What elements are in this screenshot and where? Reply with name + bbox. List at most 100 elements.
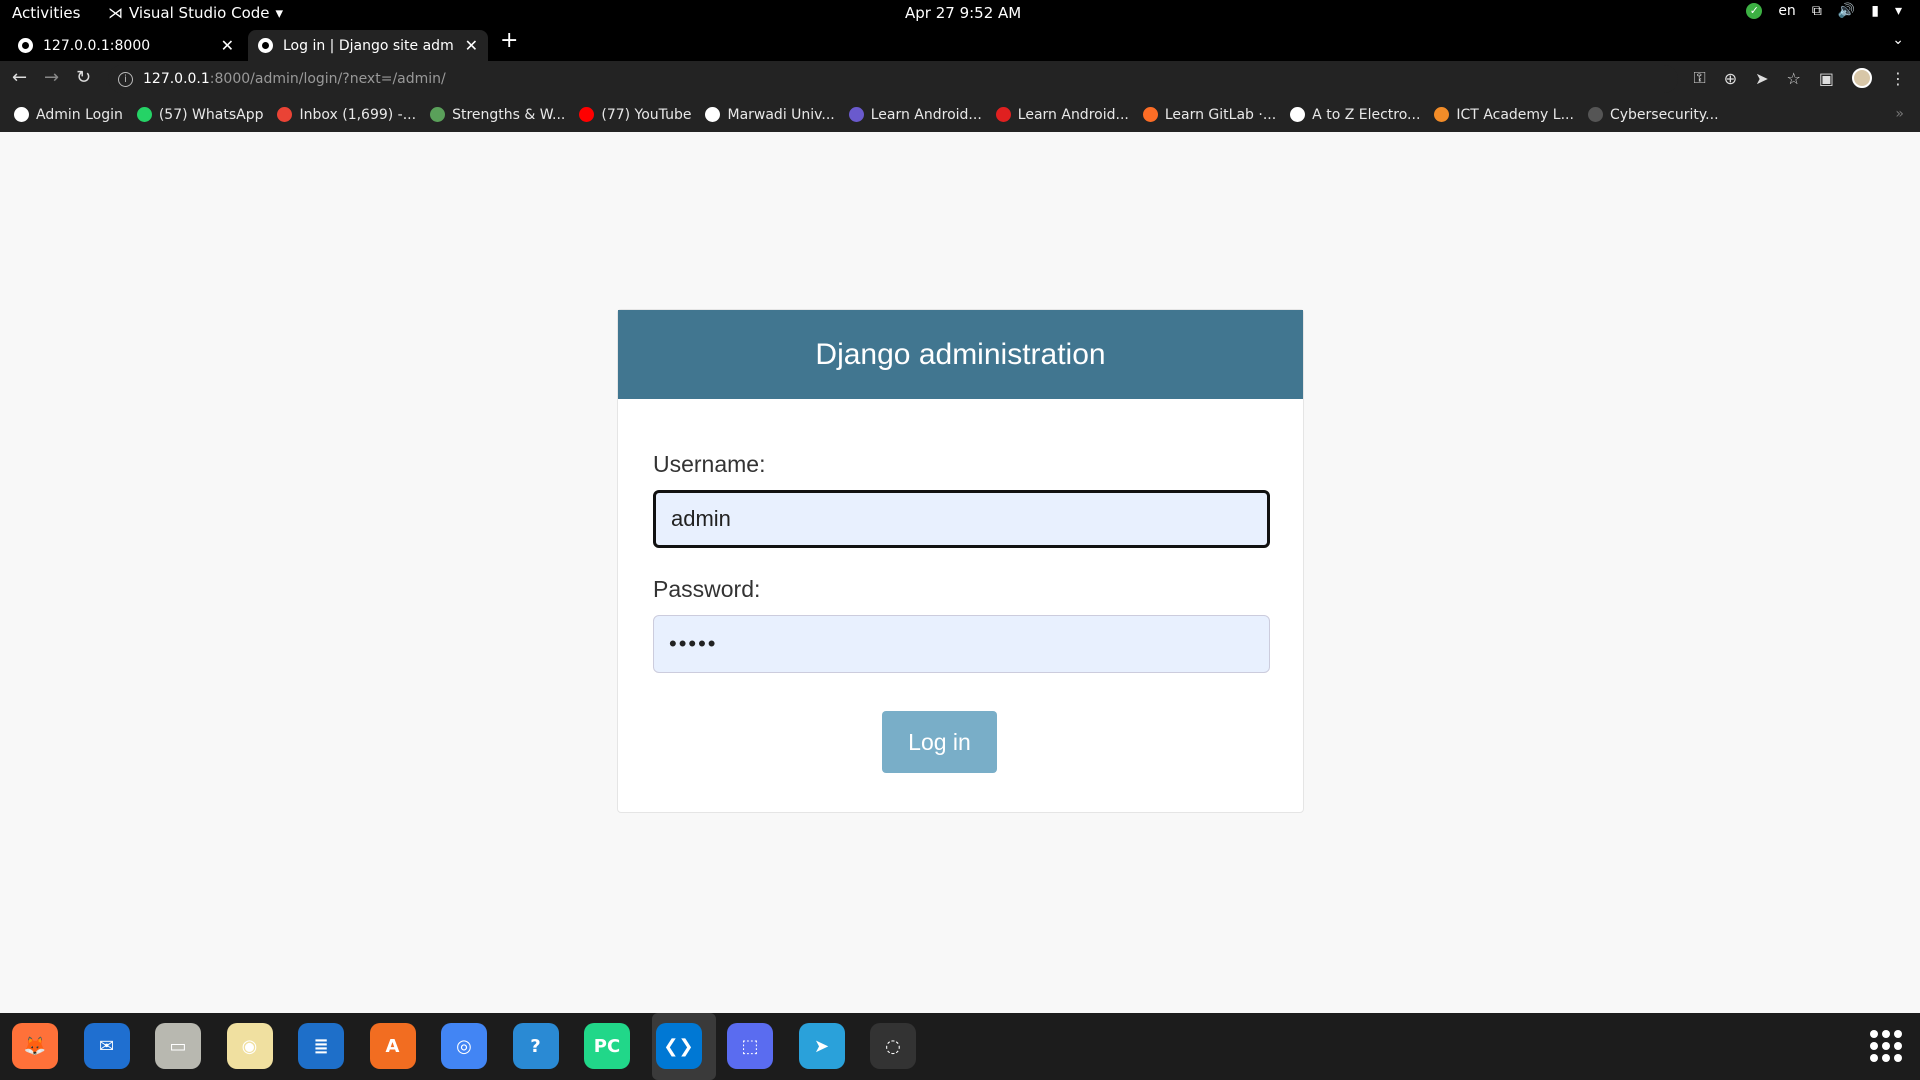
password-label: Password:	[653, 576, 761, 602]
clock[interactable]: Apr 27 9:52 AM	[905, 4, 1021, 22]
bookmark-favicon-icon	[1290, 107, 1306, 122]
volume-icon: 🔊	[1837, 3, 1856, 19]
vscode-small-icon: ⋊	[108, 4, 123, 22]
battery-icon: ▮	[1871, 3, 1879, 19]
bookmark-favicon-icon	[14, 107, 29, 122]
tab-localhost[interactable]: 127.0.0.1:8000 ✕	[8, 30, 244, 61]
files-icon[interactable]: ▭	[155, 1023, 201, 1069]
bookmark-label: (57) WhatsApp	[158, 106, 264, 123]
bookmark-label: Learn Android...	[870, 106, 982, 123]
back-arrow-icon[interactable]: ←	[12, 67, 27, 88]
tab-search-chevron-icon[interactable]: ⌄	[1892, 32, 1904, 48]
bookmark-favicon-icon	[579, 107, 595, 122]
site-info-icon[interactable]: i	[118, 71, 133, 87]
bookmark-label: A to Z Electro...	[1312, 106, 1421, 123]
toolbar-actions: ⚿ ⊕ ➤ ☆ ▣ ⋮	[1694, 68, 1906, 88]
bookmark-favicon-icon	[995, 107, 1011, 122]
bookmark-label: Strengths & W...	[452, 106, 566, 123]
activities-button[interactable]: Activities	[12, 4, 80, 22]
bookmark-label: ICT Academy L...	[1456, 106, 1574, 123]
bookmark-favicon-icon	[1142, 107, 1158, 122]
telegram-icon[interactable]: ➤	[798, 1023, 845, 1069]
side-panel-icon[interactable]: ▣	[1819, 69, 1834, 88]
username-label: Username:	[653, 451, 766, 477]
chrome-icon[interactable]: ◎	[441, 1023, 487, 1069]
password-input[interactable]: •••••	[653, 615, 1270, 673]
chevron-down-icon: ▾	[275, 4, 284, 22]
bookmark-item[interactable]: Learn Android...	[995, 106, 1129, 123]
vscode-icon[interactable]: ❮❯	[655, 1023, 702, 1069]
bookmark-item[interactable]: Cybersecurity...	[1587, 106, 1719, 123]
firefox-icon[interactable]: 🦊	[12, 1023, 58, 1069]
ubuntu-dock: 🦊 ✉ ▭ ◉ ≣ A ◎? PC ❮❯ ⬚ ➤ ◌	[0, 1013, 1920, 1080]
system-tray[interactable]: ✓ en ⧉ 🔊 ▮ ▾	[1746, 3, 1902, 19]
screenshot-icon[interactable]: ⬚	[727, 1023, 773, 1069]
writer-icon[interactable]: ≣	[298, 1023, 344, 1069]
bookmark-favicon-icon	[848, 107, 864, 122]
url-host: 127.0.0.1	[143, 71, 210, 87]
pycharm-icon[interactable]: PC	[584, 1023, 630, 1069]
bookmark-item[interactable]: Inbox (1,699) -...	[277, 107, 416, 123]
star-icon[interactable]: ☆	[1787, 69, 1801, 88]
bookmark-item[interactable]: (57) WhatsApp	[136, 106, 264, 123]
username-input[interactable]: admin	[653, 490, 1270, 548]
forward-arrow-icon[interactable]: →	[44, 67, 59, 88]
reload-icon[interactable]: ↻	[76, 67, 91, 88]
bookmark-favicon-icon	[430, 107, 446, 122]
bookmark-favicon-icon	[136, 107, 152, 122]
network-icon: ⧉	[1811, 3, 1822, 19]
show-applications-icon[interactable]	[1870, 1030, 1902, 1062]
url-path: :8000/admin/login/?next=/admin/	[209, 71, 446, 87]
close-tab-icon[interactable]: ✕	[465, 36, 478, 55]
app-menu[interactable]: ⋊ Visual Studio Code ▾	[108, 4, 283, 22]
bookmark-label: (77) YouTube	[601, 106, 692, 123]
bookmark-favicon-icon	[277, 107, 293, 122]
bookmark-favicon-icon	[1587, 107, 1603, 122]
login-card: Django administration Username: admin Pa…	[617, 309, 1304, 813]
bookmark-item[interactable]: A to Z Electro...	[1290, 107, 1420, 123]
bookmark-item[interactable]: Admin Login	[14, 107, 123, 123]
new-tab-icon[interactable]: +	[500, 28, 518, 53]
rhythmbox-icon[interactable]: ◉	[226, 1023, 273, 1069]
bookmark-item[interactable]: (77) YouTube	[579, 107, 691, 123]
bookmark-favicon-icon	[705, 107, 721, 122]
send-icon[interactable]: ➤	[1755, 69, 1768, 88]
bookmarks-bar: Admin Login (57) WhatsApp Inbox (1,699) -.…	[0, 97, 1920, 132]
login-button[interactable]: Log in	[882, 711, 997, 773]
close-tab-icon[interactable]: ✕	[221, 36, 234, 55]
bookmark-item[interactable]: Marwadi Univ...	[705, 106, 835, 123]
bookmark-label: Marwadi Univ...	[727, 106, 835, 123]
help-icon[interactable]: ?	[512, 1023, 559, 1069]
tab-django-admin[interactable]: Log in | Django site admin ✕	[248, 30, 488, 61]
address-bar[interactable]: i 127.0.0.1:8000/admin/login/?next=/admi…	[108, 65, 1678, 93]
bookmark-item[interactable]: Learn Android...	[848, 106, 982, 123]
bookmark-label: Inbox (1,699) -...	[299, 106, 417, 123]
update-check-icon[interactable]: ✓	[1746, 3, 1763, 19]
browser-tab-strip: 127.0.0.1:8000 ✕ Log in | Django site ad…	[0, 27, 1920, 61]
bookmark-label: Learn GitLab ·...	[1164, 106, 1277, 123]
tab-title: 127.0.0.1:8000	[43, 37, 151, 54]
thunderbird-icon[interactable]: ✉	[83, 1023, 130, 1069]
tab-title: Log in | Django site admin	[283, 37, 455, 54]
bookmark-item[interactable]: ICT Academy L...	[1434, 107, 1574, 123]
software-icon[interactable]: A	[369, 1023, 416, 1069]
language-indicator[interactable]: en	[1778, 3, 1796, 19]
site-header: Django administration	[618, 310, 1303, 399]
globe-icon	[18, 38, 33, 53]
more-bookmarks-icon[interactable]: »	[1895, 106, 1904, 122]
obs-icon[interactable]: ◌	[870, 1023, 916, 1069]
app-menu-label: Visual Studio Code	[129, 4, 270, 22]
key-icon[interactable]: ⚿	[1694, 68, 1706, 88]
bookmark-favicon-icon	[1434, 107, 1450, 122]
bookmark-item[interactable]: Learn GitLab ·...	[1142, 106, 1277, 123]
browser-toolbar: ← → ↻ i 127.0.0.1:8000/admin/login/?next…	[0, 61, 1920, 97]
bookmark-item[interactable]: Strengths & W...	[430, 107, 565, 123]
bookmark-label: Learn Android...	[1017, 106, 1129, 123]
profile-avatar[interactable]	[1852, 68, 1872, 88]
gnome-top-bar: Activities ⋊ Visual Studio Code ▾ Apr 27…	[0, 0, 1920, 27]
bookmark-label: Admin Login	[36, 106, 123, 123]
zoom-icon[interactable]: ⊕	[1724, 69, 1737, 88]
system-menu-chevron-icon: ▾	[1894, 3, 1902, 19]
kebab-menu-icon[interactable]: ⋮	[1890, 69, 1906, 88]
bookmark-label: Cybersecurity...	[1609, 106, 1719, 123]
